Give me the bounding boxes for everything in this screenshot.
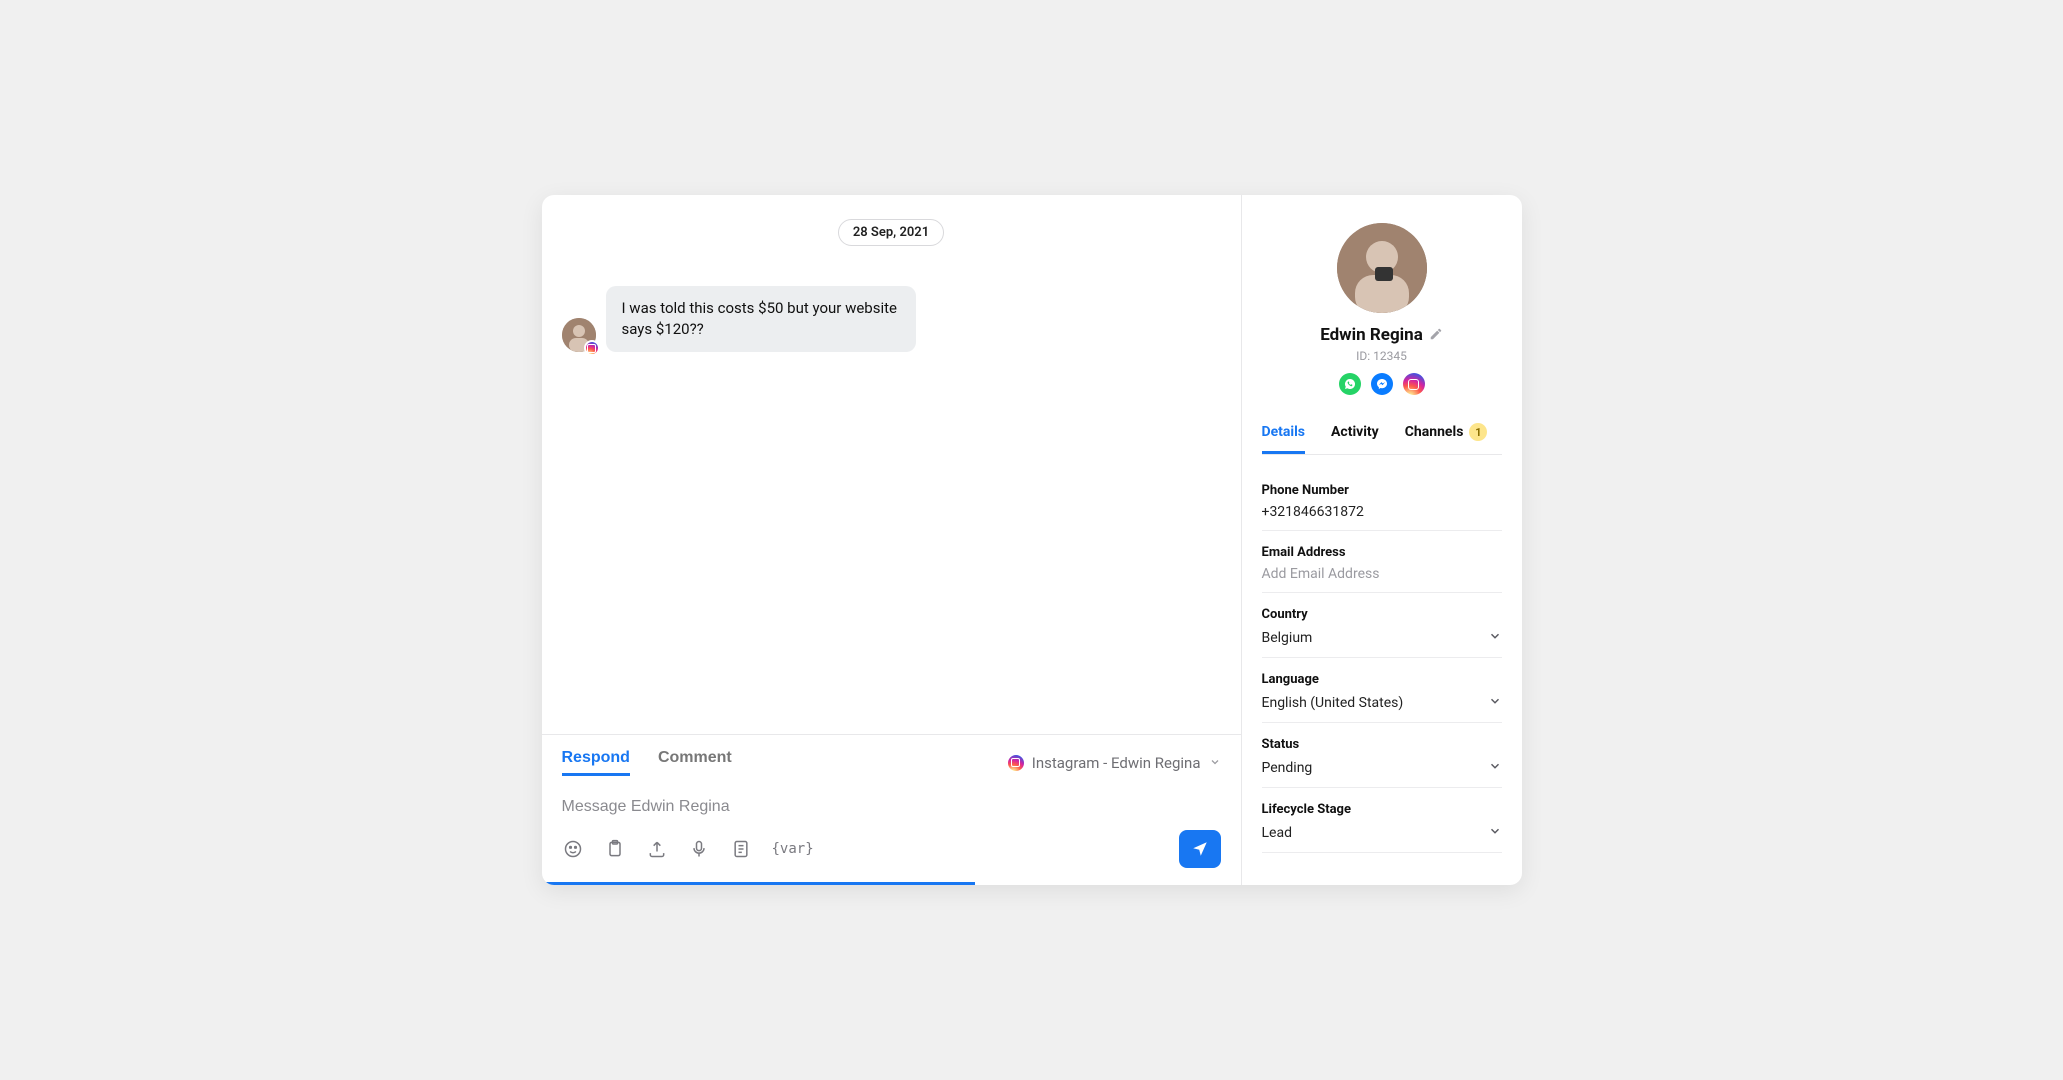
edit-icon[interactable]	[1429, 326, 1443, 345]
field-lifecycle: Lifecycle Stage Lead	[1262, 792, 1502, 853]
composer-toolbar: {var}	[562, 830, 1221, 882]
tab-channels[interactable]: Channels 1	[1405, 423, 1488, 454]
field-email: Email Address Add Email Address	[1262, 535, 1502, 593]
composer-header: Respond Comment Instagram - Edwin Regina	[562, 749, 1221, 776]
instagram-icon[interactable]	[1403, 373, 1425, 395]
conversation-pane: 28 Sep, 2021 I was told this costs $50 b…	[542, 195, 1242, 885]
field-label: Phone Number	[1262, 483, 1502, 498]
channel-selector-label: Instagram - Edwin Regina	[1032, 754, 1201, 772]
progress-bar	[542, 882, 975, 885]
conversation-body: 28 Sep, 2021 I was told this costs $50 b…	[542, 195, 1241, 734]
field-value: Belgium	[1262, 630, 1313, 646]
field-value[interactable]: +321846631872	[1262, 504, 1502, 520]
contact-panel: Edwin Regina ID: 12345 Details Activity …	[1242, 195, 1522, 885]
whatsapp-icon[interactable]	[1339, 373, 1361, 395]
field-label: Country	[1262, 607, 1502, 622]
upload-icon[interactable]	[646, 838, 668, 860]
app-window: 28 Sep, 2021 I was told this costs $50 b…	[542, 195, 1522, 885]
channels-badge: 1	[1469, 423, 1487, 441]
chevron-down-icon	[1488, 628, 1502, 647]
chevron-down-icon	[1488, 693, 1502, 712]
emoji-icon[interactable]	[562, 838, 584, 860]
field-status: Status Pending	[1262, 727, 1502, 788]
field-value: Lead	[1262, 825, 1292, 841]
field-placeholder[interactable]: Add Email Address	[1262, 566, 1502, 582]
microphone-icon[interactable]	[688, 838, 710, 860]
panel-tabs: Details Activity Channels 1	[1262, 423, 1502, 455]
channel-selector[interactable]: Instagram - Edwin Regina	[1008, 754, 1221, 772]
field-label: Status	[1262, 737, 1502, 752]
avatar	[562, 318, 596, 352]
variable-button[interactable]: {var}	[772, 841, 814, 857]
instagram-icon	[584, 340, 600, 356]
tab-comment[interactable]: Comment	[658, 749, 732, 776]
message-input[interactable]	[562, 794, 1221, 830]
date-divider: 28 Sep, 2021	[838, 219, 944, 246]
field-select[interactable]: Lead	[1262, 823, 1502, 842]
field-label: Email Address	[1262, 545, 1502, 560]
messenger-icon[interactable]	[1371, 373, 1393, 395]
composer: Respond Comment Instagram - Edwin Regina	[542, 734, 1241, 882]
chevron-down-icon	[1488, 823, 1502, 842]
toolbar-left: {var}	[562, 838, 814, 860]
tab-respond[interactable]: Respond	[562, 749, 630, 776]
field-value: English (United States)	[1262, 695, 1404, 711]
contact-id: ID: 12345	[1262, 349, 1502, 363]
contact-channels	[1262, 373, 1502, 395]
field-label: Language	[1262, 672, 1502, 687]
field-select[interactable]: English (United States)	[1262, 693, 1502, 712]
chevron-down-icon	[1488, 758, 1502, 777]
message-bubble: I was told this costs $50 but your websi…	[606, 286, 916, 352]
contact-name-row: Edwin Regina	[1262, 325, 1502, 345]
field-phone: Phone Number +321846631872	[1262, 473, 1502, 531]
instagram-icon	[1008, 755, 1024, 771]
details-fields: Phone Number +321846631872 Email Address…	[1262, 473, 1502, 853]
inbound-message: I was told this costs $50 but your websi…	[562, 286, 916, 352]
tab-details[interactable]: Details	[1262, 423, 1306, 454]
tab-channels-label: Channels	[1405, 424, 1464, 440]
field-select[interactable]: Pending	[1262, 758, 1502, 777]
template-icon[interactable]	[730, 838, 752, 860]
clipboard-icon[interactable]	[604, 838, 626, 860]
composer-mode-tabs: Respond Comment	[562, 749, 732, 776]
field-select[interactable]: Belgium	[1262, 628, 1502, 647]
field-language: Language English (United States)	[1262, 662, 1502, 723]
field-label: Lifecycle Stage	[1262, 802, 1502, 817]
contact-name: Edwin Regina	[1320, 325, 1423, 345]
tab-activity[interactable]: Activity	[1331, 423, 1379, 454]
send-button[interactable]	[1179, 830, 1221, 868]
field-value: Pending	[1262, 760, 1313, 776]
field-country: Country Belgium	[1262, 597, 1502, 658]
contact-avatar	[1337, 223, 1427, 313]
chevron-down-icon	[1209, 754, 1221, 772]
